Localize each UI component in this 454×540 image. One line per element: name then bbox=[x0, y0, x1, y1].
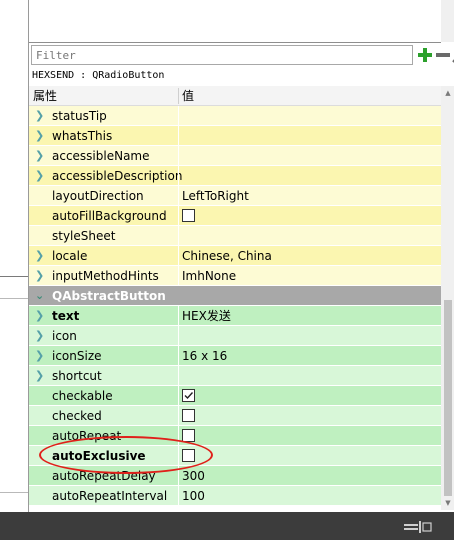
property-row-shortcut[interactable]: ❯ shortcut bbox=[29, 366, 441, 386]
property-row-autoRepeat[interactable]: autoRepeat bbox=[29, 426, 441, 446]
expand-arrow-icon[interactable]: ❯ bbox=[35, 166, 45, 186]
property-name: checkable bbox=[52, 389, 113, 403]
property-name: autoRepeatDelay bbox=[52, 469, 156, 483]
property-name: autoExclusive bbox=[52, 449, 146, 463]
property-row-autoFillBackground[interactable]: autoFillBackground bbox=[29, 206, 441, 226]
property-name: accessibleDescription bbox=[52, 169, 183, 183]
property-row-whatsThis[interactable]: ❯ whatsThis bbox=[29, 126, 441, 146]
property-name: text bbox=[52, 309, 80, 323]
property-row-checkable[interactable]: checkable bbox=[29, 386, 441, 406]
property-grid: ❯ statusTip ❯ whatsThis ❯ accessibleName… bbox=[29, 106, 441, 506]
property-row-text[interactable]: ❯ text HEX发送 bbox=[29, 306, 441, 326]
property-row-styleSheet[interactable]: styleSheet bbox=[29, 226, 441, 246]
expand-arrow-icon[interactable]: ❯ bbox=[35, 306, 45, 326]
property-checkbox[interactable] bbox=[182, 209, 195, 222]
section-header[interactable]: ⌄ QAbstractButton bbox=[29, 286, 441, 306]
property-name: whatsThis bbox=[52, 129, 113, 143]
property-name: styleSheet bbox=[52, 229, 116, 243]
property-value[interactable]: 300 bbox=[182, 466, 205, 486]
resize-grip-icon[interactable] bbox=[404, 521, 432, 533]
expand-arrow-icon[interactable]: ❯ bbox=[35, 126, 45, 146]
status-bar bbox=[0, 512, 454, 540]
property-name: autoFillBackground bbox=[52, 209, 167, 223]
checkmark-icon bbox=[184, 392, 194, 400]
property-name: icon bbox=[52, 329, 77, 343]
section-title: QAbstractButton bbox=[52, 289, 166, 303]
scroll-down-arrow-icon[interactable]: ▼ bbox=[441, 496, 454, 510]
property-name: layoutDirection bbox=[52, 189, 144, 203]
property-row-autoRepeatDelay[interactable]: autoRepeatDelay 300 bbox=[29, 466, 441, 486]
property-checkbox[interactable] bbox=[182, 429, 195, 442]
property-name: accessibleName bbox=[52, 149, 150, 163]
property-row-inputMethodHints[interactable]: ❯ inputMethodHints ImhNone bbox=[29, 266, 441, 286]
expand-arrow-icon[interactable]: ❯ bbox=[35, 346, 45, 366]
property-row-accessibleName[interactable]: ❯ accessibleName bbox=[29, 146, 441, 166]
filter-input[interactable] bbox=[31, 45, 413, 65]
divider bbox=[0, 276, 28, 277]
expand-arrow-icon[interactable]: ❯ bbox=[35, 326, 45, 346]
filter-bar bbox=[29, 43, 454, 67]
property-name: autoRepeatInterval bbox=[52, 489, 168, 503]
vertical-scrollbar[interactable]: ▲ ▼ bbox=[441, 86, 454, 510]
expand-arrow-icon[interactable]: ❯ bbox=[35, 266, 45, 286]
expand-arrow-icon[interactable]: ❯ bbox=[35, 146, 45, 166]
property-table-header: 属性 值 bbox=[29, 86, 441, 106]
property-value[interactable]: HEX发送 bbox=[182, 306, 231, 326]
property-row-autoRepeatInterval[interactable]: autoRepeatInterval 100 bbox=[29, 486, 441, 506]
expand-arrow-icon[interactable]: ❯ bbox=[35, 366, 45, 386]
left-panel-edge bbox=[0, 0, 28, 512]
top-scrollbar[interactable] bbox=[441, 0, 454, 42]
property-value[interactable]: LeftToRight bbox=[182, 186, 249, 206]
header-value: 值 bbox=[182, 89, 195, 103]
property-name: statusTip bbox=[52, 109, 107, 123]
property-name: checked bbox=[52, 409, 102, 423]
property-row-icon[interactable]: ❯ icon bbox=[29, 326, 441, 346]
property-row-checked[interactable]: checked bbox=[29, 406, 441, 426]
collapse-arrow-icon[interactable]: ⌄ bbox=[35, 286, 44, 306]
scrollbar-thumb[interactable] bbox=[444, 300, 452, 496]
property-value[interactable]: ImhNone bbox=[182, 266, 236, 286]
property-checkbox[interactable] bbox=[182, 409, 195, 422]
expand-arrow-icon[interactable]: ❯ bbox=[35, 246, 45, 266]
property-name: shortcut bbox=[52, 369, 102, 383]
property-name: autoRepeat bbox=[52, 429, 122, 443]
object-class-label: HEXSEND : QRadioButton bbox=[32, 70, 165, 81]
property-row-statusTip[interactable]: ❯ statusTip bbox=[29, 106, 441, 126]
property-value[interactable]: 16 x 16 bbox=[182, 346, 227, 366]
header-separator[interactable] bbox=[178, 88, 179, 104]
property-name: iconSize bbox=[52, 349, 102, 363]
expand-arrow-icon[interactable]: ❯ bbox=[35, 106, 45, 126]
property-value[interactable]: 100 bbox=[182, 486, 205, 506]
property-checkbox[interactable] bbox=[182, 449, 195, 462]
property-row-accessibleDescription[interactable]: ❯ accessibleDescription bbox=[29, 166, 441, 186]
scroll-up-arrow-icon[interactable]: ▲ bbox=[441, 86, 454, 100]
property-checkbox-checked[interactable] bbox=[182, 389, 195, 402]
property-name: locale bbox=[52, 249, 88, 263]
property-name: inputMethodHints bbox=[52, 269, 159, 283]
property-editor: HEXSEND : QRadioButton 属性 值 ❯ statusTip … bbox=[28, 0, 454, 512]
divider bbox=[0, 492, 28, 493]
property-row-layoutDirection[interactable]: layoutDirection LeftToRight bbox=[29, 186, 441, 206]
minus-icon[interactable] bbox=[434, 45, 452, 65]
property-value[interactable]: Chinese, China bbox=[182, 246, 272, 266]
header-property: 属性 bbox=[33, 89, 58, 103]
property-row-autoExclusive[interactable]: autoExclusive bbox=[29, 446, 441, 466]
property-row-locale[interactable]: ❯ locale Chinese, China bbox=[29, 246, 441, 266]
divider bbox=[0, 298, 28, 299]
plus-icon[interactable] bbox=[416, 45, 434, 65]
property-row-iconSize[interactable]: ❯ iconSize 16 x 16 bbox=[29, 346, 441, 366]
object-inspector-area bbox=[29, 0, 441, 43]
